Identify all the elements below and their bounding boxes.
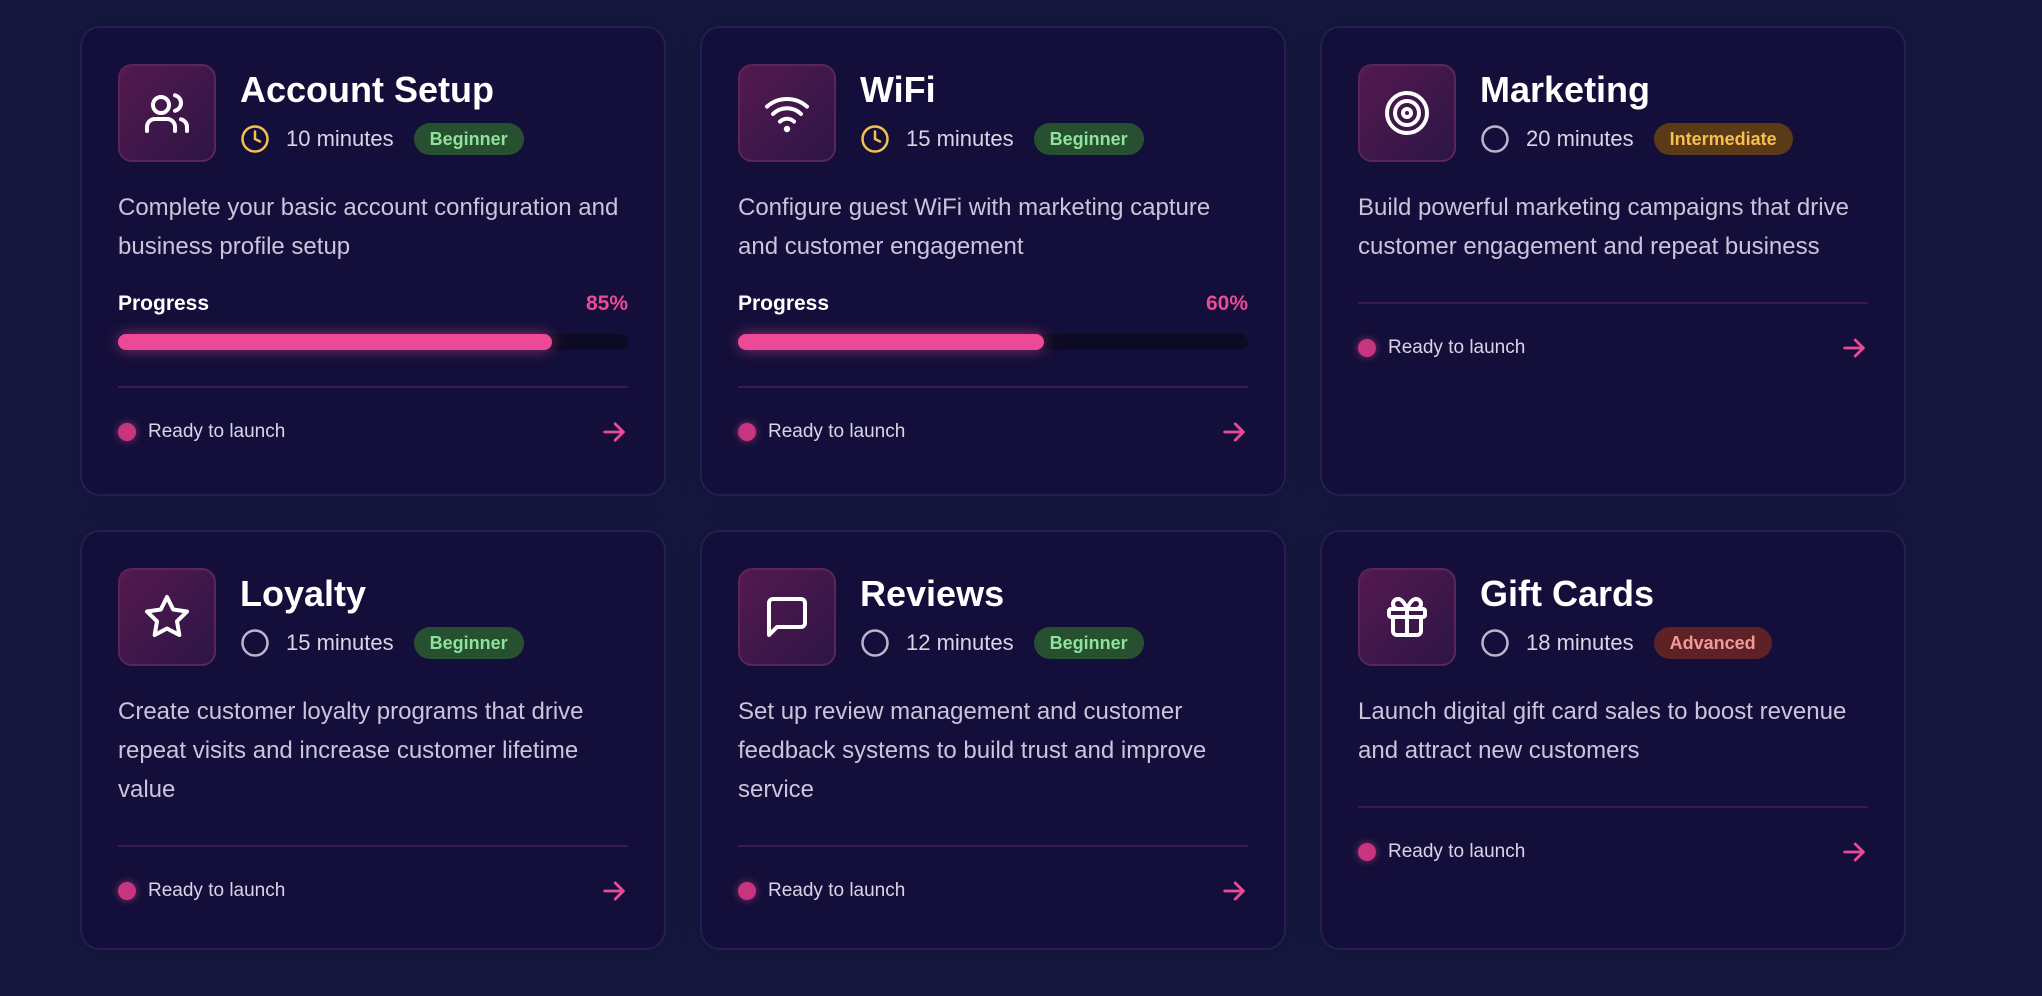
clock-icon [861,125,889,153]
difficulty-badge: Advanced [1653,627,1772,659]
status-dot [738,423,756,441]
card-header: Marketing 20 minutes Intermediate [1358,64,1868,162]
card-description: Create customer loyalty programs that dr… [118,698,584,803]
difficulty-badge: Intermediate [1653,123,1793,155]
clock-outline-icon [1481,629,1509,657]
status-text: Ready to launch [1388,841,1526,862]
card-header: Loyalty 15 minutes Beginner [118,568,628,666]
progress-section: Progress 85% [118,292,628,350]
progress-percent: 85% [585,292,628,315]
progress-fill [738,334,1044,350]
card-description: Launch digital gift card sales to boost … [1358,698,1847,764]
progress-percent: 60% [1205,292,1248,315]
arrow-right-icon[interactable] [600,877,628,905]
card-footer: Ready to launch [738,847,1248,935]
card-footer: Ready to launch [738,388,1248,476]
status-text: Ready to launch [148,421,286,442]
status-dot [118,882,136,900]
arrow-right-icon[interactable] [1220,877,1248,905]
difficulty-badge: Beginner [413,123,524,155]
wifi-icon [738,64,836,162]
users-icon [118,64,216,162]
duration-text: 12 minutes [906,630,1014,655]
duration-text: 10 minutes [286,126,394,151]
card-description: Build powerful marketing campaigns that … [1358,194,1849,260]
progress-label: Progress [738,292,830,315]
progress-section: Progress 60% [738,292,1248,350]
difficulty-badge: Beginner [413,627,524,659]
star-icon [118,568,216,666]
arrow-right-icon[interactable] [1840,838,1868,866]
arrow-right-icon[interactable] [1220,418,1248,446]
status-dot [1358,843,1376,861]
card-gift-cards[interactable]: Gift Cards 18 minutes Advanced Launch di… [1320,530,1906,950]
card-header: Gift Cards 18 minutes Advanced [1358,568,1868,666]
progress-bar [118,334,628,350]
gift-icon [1358,568,1456,666]
status-dot [738,882,756,900]
card-footer: Ready to launch [118,388,628,476]
duration-text: 15 minutes [906,126,1014,151]
status-text: Ready to launch [768,880,906,901]
card-header: Reviews 12 minutes Beginner [738,568,1248,666]
card-header: WiFi 15 minutes Beginner [738,64,1248,162]
target-icon [1358,64,1456,162]
duration-text: 18 minutes [1526,630,1634,655]
card-header: Account Setup 10 minutes Beginner [118,64,628,162]
card-description: Complete your basic account configuratio… [118,194,619,260]
difficulty-badge: Beginner [1033,627,1144,659]
card-title: Marketing [1480,69,1651,110]
card-loyalty[interactable]: Loyalty 15 minutes Beginner Create custo… [80,530,666,950]
duration-text: 15 minutes [286,630,394,655]
card-marketing[interactable]: Marketing 20 minutes Intermediate Build … [1320,26,1906,496]
clock-outline-icon [241,629,269,657]
status-dot [1358,339,1376,357]
clock-outline-icon [861,629,889,657]
card-footer: Ready to launch [118,847,628,935]
status-text: Ready to launch [1388,337,1526,358]
progress-bar [738,334,1248,350]
card-title: Gift Cards [1480,573,1655,614]
module-card-grid: Account Setup 10 minutes Beginner Comple… [80,26,1906,950]
card-title: Reviews [860,573,1005,614]
card-description: Set up review management and customer fe… [738,698,1207,803]
status-text: Ready to launch [148,880,286,901]
progress-label: Progress [118,292,210,315]
card-footer: Ready to launch [1358,808,1868,896]
difficulty-badge: Beginner [1033,123,1144,155]
card-title: Loyalty [240,573,367,614]
arrow-right-icon[interactable] [1840,334,1868,362]
card-reviews[interactable]: Reviews 12 minutes Beginner Set up revie… [700,530,1286,950]
progress-fill [118,334,552,350]
card-wifi[interactable]: WiFi 15 minutes Beginner Configure guest… [700,26,1286,496]
arrow-right-icon[interactable] [600,418,628,446]
message-square-icon [738,568,836,666]
duration-text: 20 minutes [1526,126,1634,151]
clock-icon [241,125,269,153]
card-account-setup[interactable]: Account Setup 10 minutes Beginner Comple… [80,26,666,496]
status-dot [118,423,136,441]
card-description: Configure guest WiFi with marketing capt… [738,194,1211,260]
card-title: Account Setup [240,69,495,110]
clock-outline-icon [1481,125,1509,153]
card-title: WiFi [860,69,936,110]
card-footer: Ready to launch [1358,304,1868,392]
status-text: Ready to launch [768,421,906,442]
